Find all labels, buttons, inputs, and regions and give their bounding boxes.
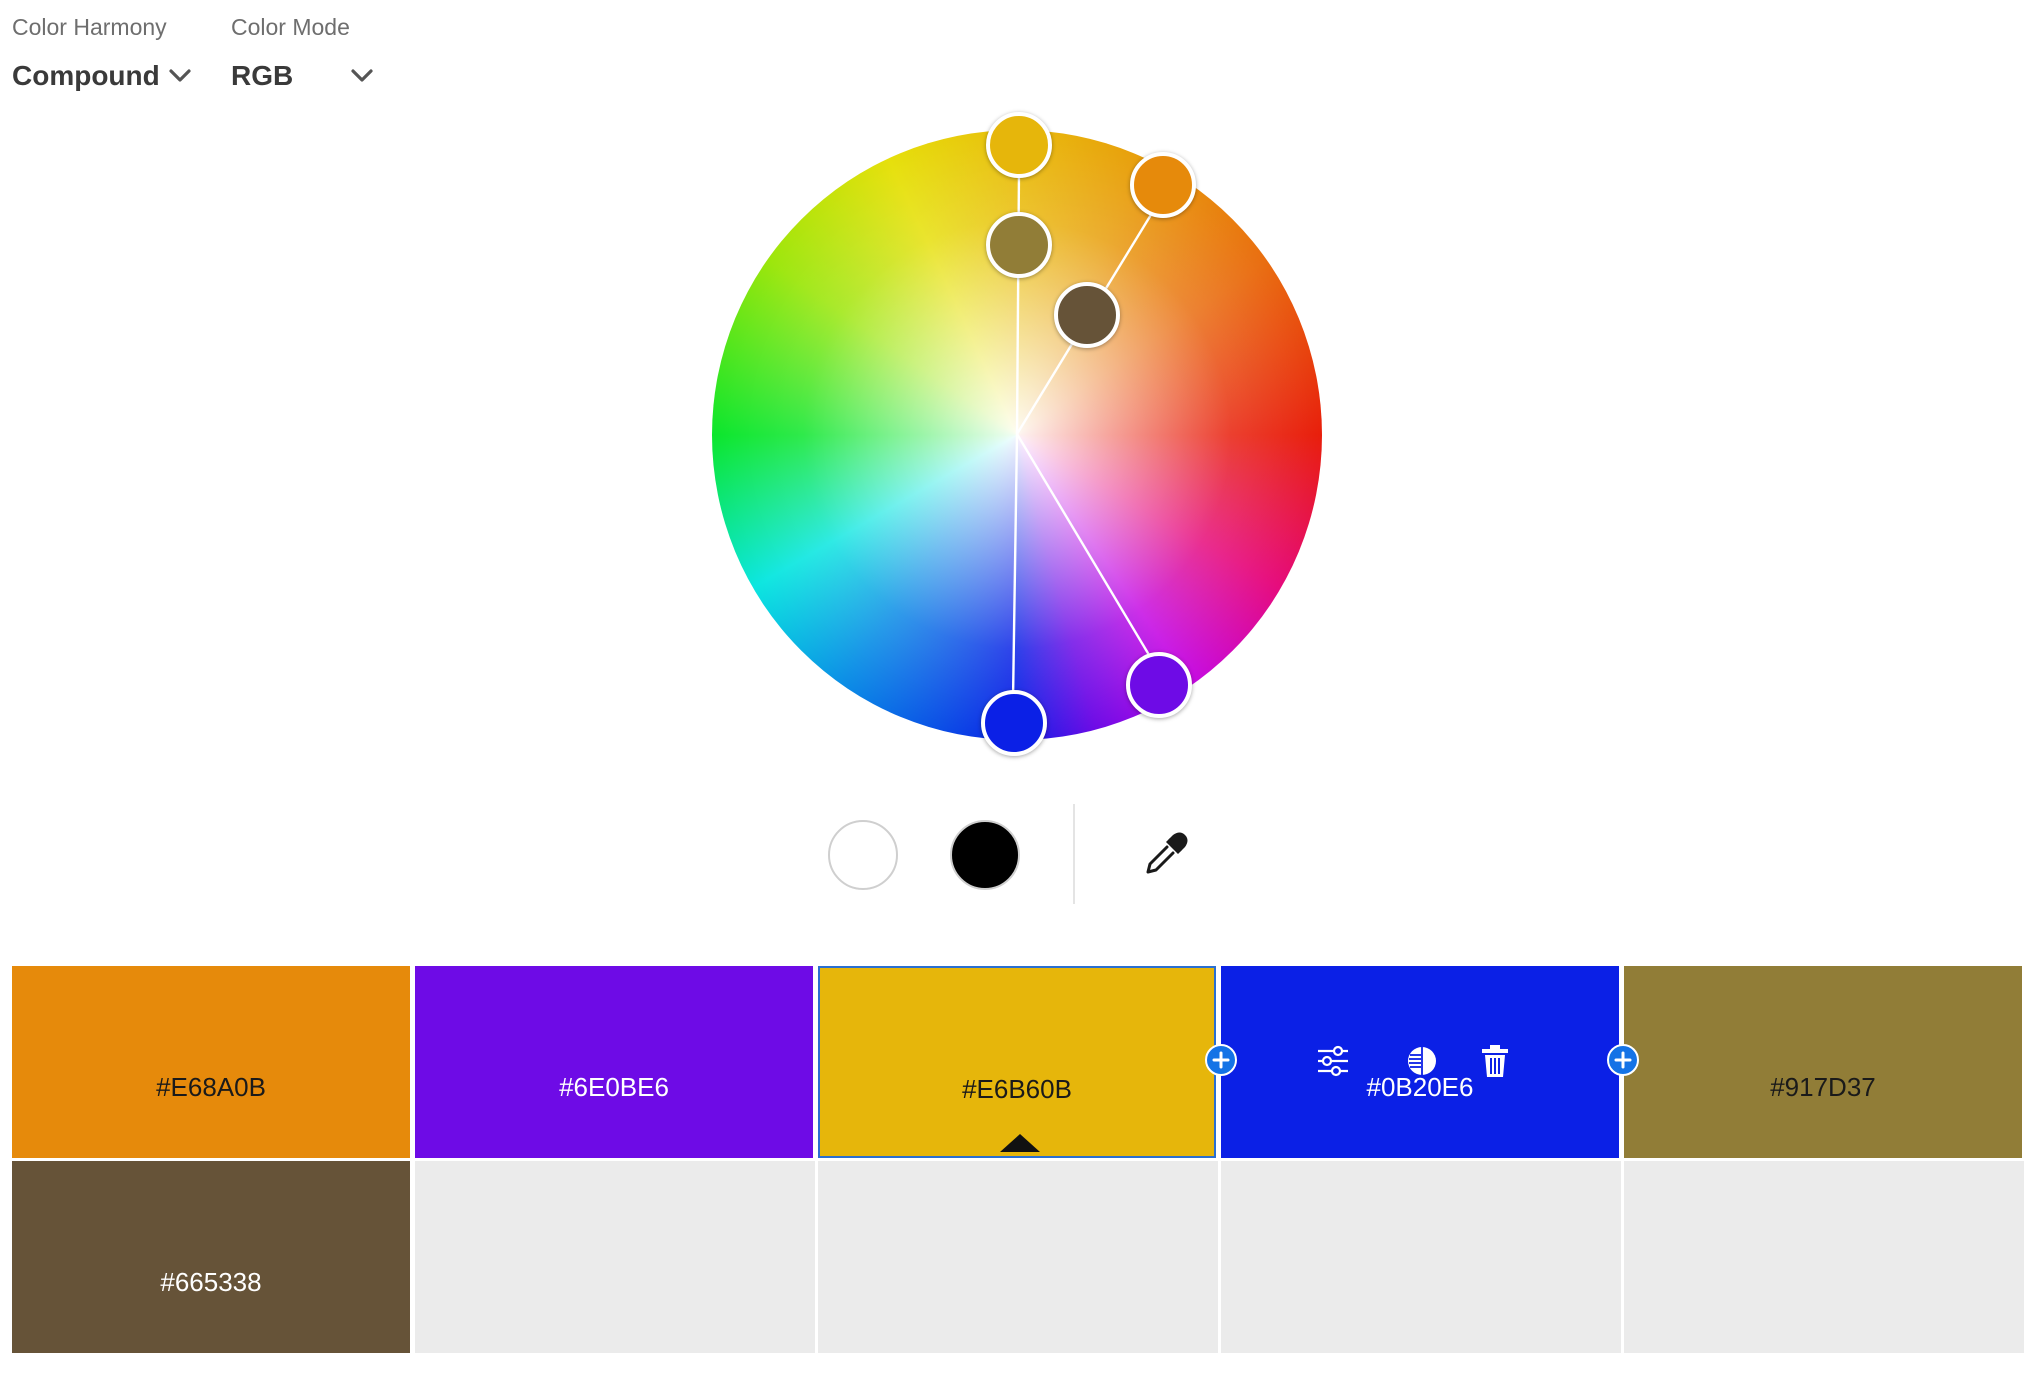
wheel-handle-brown[interactable] — [1054, 282, 1120, 348]
color-harmony-label: Color Harmony — [12, 14, 167, 40]
swatch-5[interactable]: #917D37 — [1624, 966, 2022, 1158]
empty-swatch-slot — [818, 1161, 1218, 1353]
empty-swatch-slot — [415, 1161, 815, 1353]
swatch-hex: #917D37 — [1770, 1072, 1876, 1102]
empty-swatch-slot — [1221, 1161, 1621, 1353]
swatch-2[interactable]: #6E0BE6 — [415, 966, 813, 1158]
color-harmony-select[interactable]: Compound — [12, 60, 160, 92]
swatch-hex: #E6B60B — [962, 1074, 1072, 1104]
swatch-hex: #6E0BE6 — [559, 1072, 669, 1102]
chevron-down-icon[interactable] — [349, 66, 375, 86]
wheel-handle-blue[interactable] — [981, 690, 1047, 756]
wheel-handle-base[interactable] — [986, 112, 1052, 178]
trash-icon[interactable] — [1477, 1043, 1513, 1079]
wheel-handle-olive[interactable] — [986, 212, 1052, 278]
swatch-3-selected[interactable]: #E6B60B — [818, 966, 1216, 1158]
swatch-1[interactable]: #E68A0B — [12, 966, 410, 1158]
wheel-handle-orange[interactable] — [1130, 152, 1196, 218]
white-swatch-button[interactable] — [828, 820, 898, 890]
wheel-handle-purple[interactable] — [1126, 652, 1192, 718]
swatch-6[interactable]: #665338 — [12, 1161, 410, 1353]
add-swatch-button[interactable] — [1607, 1044, 1639, 1076]
black-swatch-button[interactable] — [950, 820, 1020, 890]
swatch-hex: #665338 — [160, 1267, 262, 1297]
empty-swatch-slot — [1624, 1161, 2024, 1353]
add-swatch-button[interactable] — [1205, 1044, 1237, 1076]
sliders-icon[interactable] — [1315, 1043, 1351, 1079]
chevron-down-icon[interactable] — [167, 66, 193, 86]
shade-icon[interactable] — [1404, 1043, 1440, 1079]
swatch-hex: #E68A0B — [156, 1072, 266, 1102]
eyedropper-icon[interactable] — [1140, 828, 1192, 880]
color-mode-label: Color Mode — [231, 14, 350, 40]
caret-up-icon — [1000, 1132, 1040, 1152]
toolbar-divider — [1073, 804, 1075, 904]
color-mode-select[interactable]: RGB — [231, 60, 293, 92]
